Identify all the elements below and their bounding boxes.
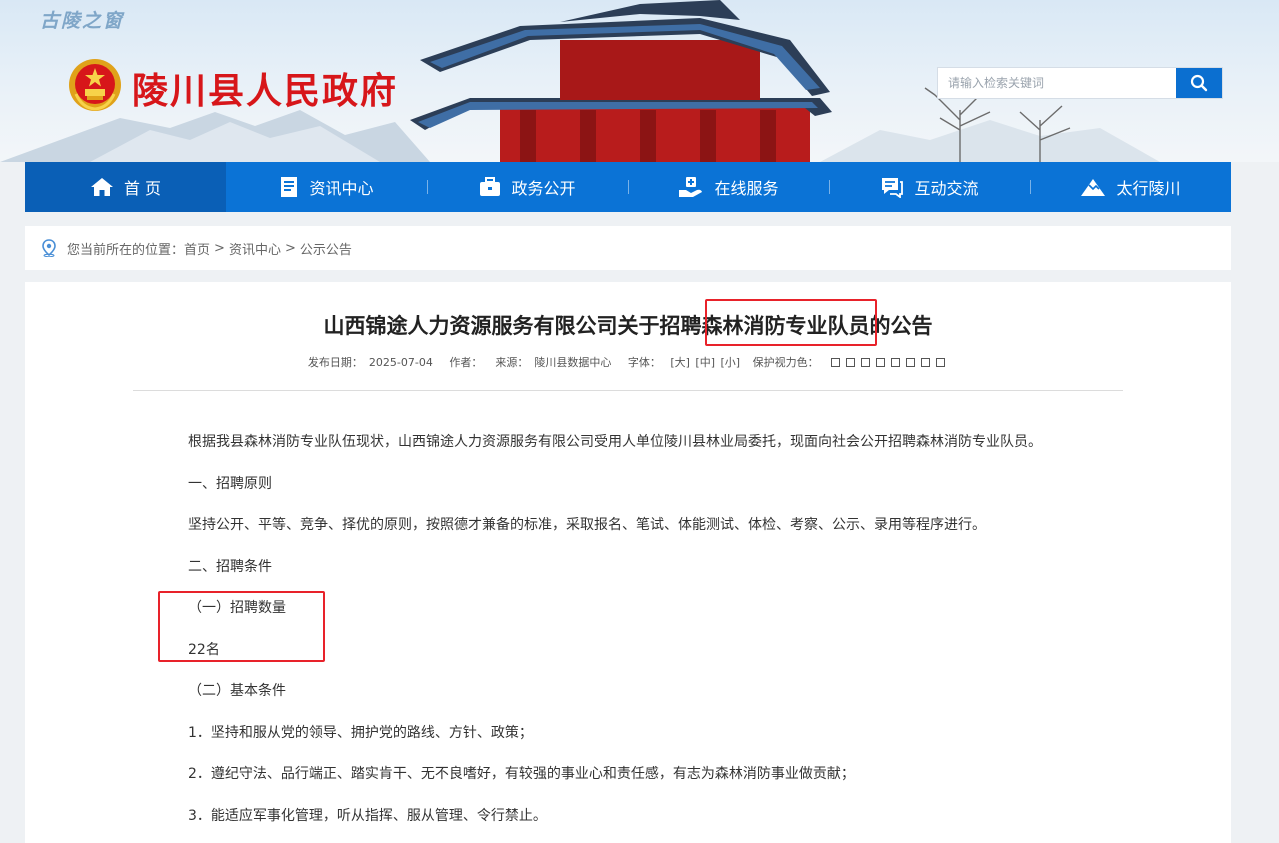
- title-divider: [133, 390, 1123, 391]
- article-body: 根据我县森林消防专业队伍现状，山西锦途人力资源服务有限公司受用人单位陵川县林业局…: [188, 432, 1088, 843]
- breadcrumb-home[interactable]: 首页: [184, 239, 210, 258]
- site-slogan: 古陵之窗: [40, 10, 125, 32]
- nav-item-interaction[interactable]: 互动交流: [829, 162, 1030, 212]
- breadcrumb-news[interactable]: 资讯中心: [229, 239, 281, 258]
- font-size-large[interactable]: [大]: [670, 356, 690, 369]
- breadcrumb-separator: >: [284, 240, 296, 256]
- eye-color-swatch[interactable]: [906, 358, 916, 367]
- search-button[interactable]: [1176, 68, 1222, 98]
- search-input[interactable]: [938, 68, 1176, 98]
- nav-item-online-service[interactable]: 在线服务: [628, 162, 829, 212]
- breadcrumb-notices[interactable]: 公示公告: [300, 239, 352, 258]
- breadcrumb-separator: >: [214, 240, 225, 256]
- meta-font-label: 字体：: [627, 356, 661, 369]
- eye-color-swatch[interactable]: [936, 358, 946, 367]
- mountain-icon: [1080, 177, 1106, 197]
- site-header: 古陵之窗 陵川县人民政府: [0, 0, 1279, 162]
- meta-date-label: 发布日期：: [307, 356, 363, 369]
- eye-color-swatch[interactable]: [921, 358, 931, 367]
- search-box: [937, 67, 1223, 99]
- nav-item-label: 政务公开: [511, 179, 576, 198]
- eye-color-swatch[interactable]: [876, 358, 886, 367]
- article-paragraph: （一）招聘数量: [188, 600, 286, 616]
- service-icon: [678, 176, 704, 198]
- nav-item-label: 资讯中心: [309, 179, 374, 198]
- font-size-small[interactable]: [小]: [721, 356, 741, 369]
- font-size-medium[interactable]: [中]: [695, 356, 715, 369]
- nav-item-label: 太行陵川: [1116, 179, 1181, 198]
- home-icon: [90, 177, 114, 197]
- chat-icon: [880, 176, 904, 198]
- article-meta: 发布日期： 2025-07-04 作者： 来源： 陵川县数据中心 字体： [大] […: [25, 354, 1231, 370]
- nav-item-label: 首 页: [123, 179, 162, 198]
- nav-item-home[interactable]: 首 页: [25, 162, 226, 212]
- briefcase-icon: [479, 177, 501, 197]
- meta-eye-label: 保护视力色：: [752, 356, 819, 369]
- eye-color-swatch[interactable]: [861, 358, 871, 367]
- meta-source-label: 来源：: [495, 356, 529, 369]
- site-title: 陵川县人民政府: [132, 70, 399, 112]
- article-paragraph: 二、招聘条件: [188, 558, 272, 575]
- article-panel: 山西锦途人力资源服务有限公司关于招聘森林消防专业队员的公告 发布日期： 2025-…: [25, 282, 1231, 843]
- article-paragraph: 22名: [188, 641, 220, 658]
- article-paragraph: 3．能适应军事化管理，听从指挥、服从管理、令行禁止。: [188, 807, 547, 824]
- nav-item-label: 在线服务: [714, 179, 779, 198]
- main-nav: 首 页 资讯中心 政务公开 在线服务 互动交流 太行陵川: [25, 162, 1231, 212]
- article-paragraph: （二）基本条件: [188, 683, 286, 699]
- national-emblem-icon: [69, 59, 121, 111]
- nav-item-label: 互动交流: [914, 179, 979, 198]
- meta-author-label: 作者：: [449, 356, 483, 369]
- meta-date: 2025-07-04: [368, 356, 433, 369]
- search-icon: [1190, 74, 1208, 92]
- location-pin-icon: [41, 239, 57, 257]
- article-paragraph: 根据我县森林消防专业队伍现状，山西锦途人力资源服务有限公司受用人单位陵川县林业局…: [188, 434, 1042, 450]
- breadcrumb: 您当前所在的位置： 首页 > 资讯中心 > 公示公告: [25, 226, 1231, 270]
- eye-color-swatch[interactable]: [831, 358, 841, 367]
- article-paragraph: 1．坚持和服从党的领导、拥护党的路线、方针、政策；: [188, 724, 533, 741]
- article-title: 山西锦途人力资源服务有限公司关于招聘森林消防专业队员的公告: [323, 314, 933, 338]
- meta-source: 陵川县数据中心: [534, 356, 612, 369]
- nav-item-news[interactable]: 资讯中心: [226, 162, 427, 212]
- breadcrumb-prefix: 您当前所在的位置：: [67, 242, 185, 258]
- nav-item-taihang[interactable]: 太行陵川: [1030, 162, 1231, 212]
- eye-color-swatch[interactable]: [891, 358, 901, 367]
- document-icon: [279, 176, 299, 198]
- article-paragraph: 一、招聘原则: [188, 475, 272, 492]
- nav-item-gov-affairs[interactable]: 政务公开: [427, 162, 628, 212]
- eye-color-swatch[interactable]: [846, 358, 856, 367]
- article-paragraph: 2．遵纪守法、品行端正、踏实肯干、无不良嗜好，有较强的事业心和责任感，有志为森林…: [188, 766, 855, 782]
- article-paragraph: 坚持公开、平等、竞争、择优的原则，按照德才兼备的标准，采取报名、笔试、体能测试、…: [188, 517, 986, 533]
